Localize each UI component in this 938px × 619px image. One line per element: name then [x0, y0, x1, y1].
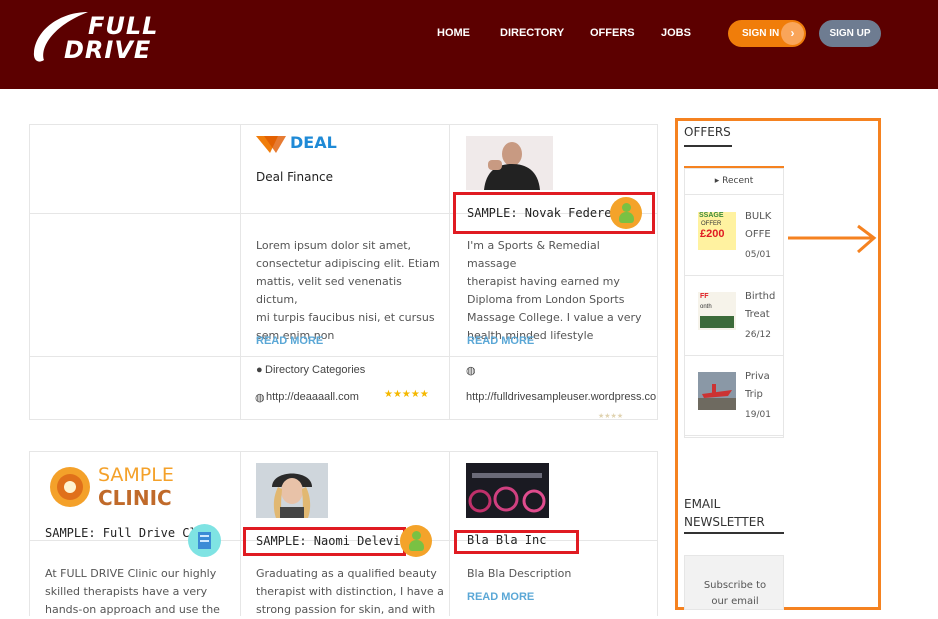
- grid-border: [240, 124, 241, 420]
- read-more-link[interactable]: READ MORE: [467, 591, 534, 603]
- nav-directory[interactable]: DIRECTORY: [500, 27, 564, 39]
- user-icon: [610, 197, 642, 229]
- title-underline: [684, 145, 732, 147]
- offer-thumbnail: FF onth: [698, 292, 736, 330]
- card-description: Lorem ipsum dolor sit amet, consectetur …: [256, 239, 440, 342]
- offer-item[interactable]: SSAGE OFFER £200 BULK OFFE 05/01: [684, 196, 784, 276]
- globe-icon: ◍: [255, 392, 265, 404]
- clinic-logo-text-clinic: CLINIC: [98, 486, 172, 510]
- nav-offers[interactable]: OFFERS: [590, 27, 635, 39]
- offer-item[interactable]: FF onth Birthd Treat 26/12: [684, 276, 784, 356]
- offer-title[interactable]: Priva Trip: [745, 368, 783, 404]
- offer-date: 26/12: [745, 330, 771, 340]
- nav-jobs[interactable]: JOBS: [661, 27, 691, 39]
- card-description: Bla Bla Description: [467, 567, 572, 580]
- offer-item[interactable]: Priva Trip 19/01: [684, 356, 784, 436]
- offers-widget-title: OFFERS: [684, 125, 731, 139]
- grid-border: [29, 124, 30, 420]
- grid-border: [449, 451, 450, 616]
- card-title[interactable]: SAMPLE: Novak Federer: [467, 206, 612, 220]
- offer-title[interactable]: Birthd Treat: [745, 288, 783, 324]
- grid-border: [657, 124, 658, 420]
- svg-text:DEAL: DEAL: [290, 133, 337, 152]
- grid-border: [29, 419, 658, 420]
- read-more-link[interactable]: READ MORE: [467, 335, 534, 347]
- pin-icon: ●: [256, 364, 263, 376]
- offer-thumbnail: SSAGE OFFER £200: [698, 212, 736, 250]
- card-title[interactable]: SAMPLE: Naomi Delevingne: [256, 534, 402, 548]
- card-title[interactable]: Bla Bla Inc: [467, 533, 546, 547]
- read-more-link[interactable]: READ MORE: [256, 335, 323, 347]
- logo-text-full: FULL: [88, 12, 159, 40]
- offer-thumbnail: [698, 372, 736, 410]
- sign-up-button[interactable]: SIGN UP: [819, 20, 881, 47]
- website-link[interactable]: http://fulldrivesampleuser.wordpress.com: [466, 391, 656, 403]
- sign-in-label: SIGN IN: [742, 28, 780, 39]
- grid-border: [29, 451, 30, 616]
- sign-in-button[interactable]: SIGN IN ›: [728, 20, 806, 47]
- nav-home[interactable]: HOME: [437, 27, 470, 39]
- card-title[interactable]: Deal Finance: [256, 170, 333, 184]
- card-title[interactable]: SAMPLE: Full Drive Clinic: [45, 526, 193, 540]
- card-description: I'm a Sports & Remedial massage therapis…: [467, 239, 642, 342]
- arrow-right-icon: [788, 224, 877, 254]
- card-description: Graduating as a qualified beauty therapi…: [256, 567, 444, 616]
- grid-border: [29, 124, 658, 125]
- tab-recent[interactable]: ▸ Recent: [684, 168, 784, 195]
- globe-icon: ◍: [466, 365, 476, 377]
- offer-title[interactable]: BULK OFFE: [745, 208, 783, 244]
- chevron-right-icon: ›: [781, 22, 804, 45]
- star-rating: ★★★★: [598, 413, 624, 420]
- offer-date: 05/01: [745, 250, 771, 260]
- directory-category[interactable]: Directory Categories: [265, 364, 365, 376]
- profile-photo: [466, 136, 553, 190]
- website-link[interactable]: http://deaaaall.com: [266, 391, 359, 403]
- offer-date: 19/01: [745, 410, 771, 420]
- subscribe-text: Subscribe to our email: [703, 580, 767, 607]
- profile-photo: [256, 463, 328, 518]
- grid-border: [240, 451, 241, 616]
- grid-border: [29, 356, 658, 357]
- clinic-logo-text-sample: SAMPLE: [98, 464, 174, 486]
- clinic-shell-logo-icon: [50, 467, 90, 507]
- listing-photo: [466, 463, 549, 518]
- deal-logo-icon: DEAL: [256, 133, 337, 153]
- building-icon: [188, 524, 221, 557]
- title-underline: [684, 532, 784, 534]
- card-description: At FULL DRIVE Clinic our highly skilled …: [45, 567, 220, 616]
- site-header: FULL DRIVE HOME DIRECTORY OFFERS JOBS SI…: [0, 0, 938, 89]
- user-icon: [400, 525, 432, 557]
- grid-border: [449, 124, 450, 420]
- logo-text-drive: DRIVE: [64, 36, 152, 64]
- grid-border: [657, 451, 658, 616]
- newsletter-box: Subscribe to our email: [684, 555, 784, 610]
- star-rating: ★★★★★: [384, 389, 429, 400]
- site-logo[interactable]: FULL DRIVE: [30, 8, 170, 68]
- grid-border: [29, 451, 658, 452]
- newsletter-widget-title: EMAIL NEWSLETTER: [684, 497, 765, 529]
